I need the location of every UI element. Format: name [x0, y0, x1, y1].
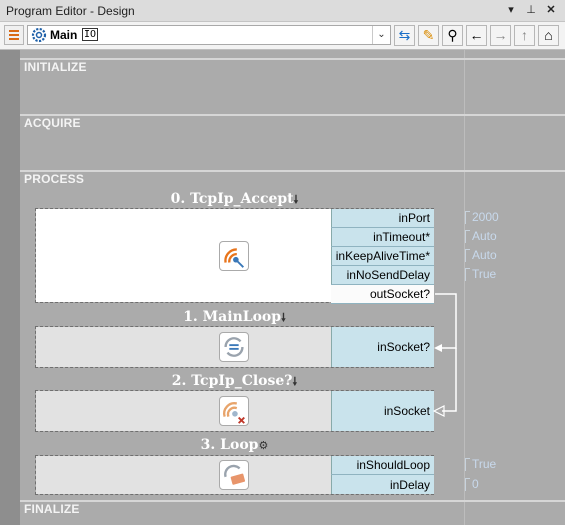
- section-label: ACQUIRE: [24, 116, 81, 130]
- menu-button[interactable]: [4, 25, 24, 45]
- step-marker-icon: 🠗: [293, 193, 299, 206]
- mainloop-icon: [219, 332, 249, 362]
- value-bracket: [465, 478, 470, 491]
- step-body[interactable]: [36, 456, 331, 494]
- input-port[interactable]: inShouldLoop: [331, 456, 434, 475]
- step-block-mainloop[interactable]: inSocket?: [35, 326, 434, 368]
- input-port[interactable]: inPort: [331, 209, 434, 228]
- step-body[interactable]: [36, 327, 331, 367]
- step-marker-icon: 🠗: [292, 375, 298, 388]
- tcpip-accept-icon: [219, 241, 249, 271]
- step-marker-icon: ⚙: [258, 439, 269, 452]
- port-value[interactable]: 0: [472, 477, 479, 491]
- pin-icon[interactable]: ⊥: [524, 3, 538, 16]
- section-label: INITIALIZE: [24, 60, 87, 74]
- input-port[interactable]: inDelay: [331, 476, 434, 495]
- port-label: inSocket?: [377, 340, 430, 354]
- port-label: outSocket?: [369, 287, 430, 301]
- step-title-text: 0. TcpIp_Accept: [170, 191, 294, 207]
- port-column: inShouldLoop inDelay: [331, 456, 434, 494]
- section-label: FINALIZE: [24, 502, 80, 516]
- close-icon[interactable]: ✕: [544, 3, 558, 16]
- forward-arrow-icon: →: [493, 27, 508, 43]
- socket-connector: [432, 293, 457, 417]
- back-arrow-icon: ←: [469, 27, 484, 43]
- port-column: inSocket: [331, 391, 434, 431]
- left-strip: [0, 50, 20, 525]
- io-badge: IO: [82, 28, 99, 41]
- swap-button[interactable]: ⇆: [394, 25, 415, 46]
- port-value[interactable]: Auto: [472, 248, 497, 262]
- back-button[interactable]: ←: [466, 25, 487, 46]
- toolbar: Main IO ⌄ ⇆ ✎ ⚲ ← → ↑ ⌂: [0, 22, 565, 50]
- port-column: inSocket?: [331, 327, 434, 367]
- port-label: inKeepAliveTime*: [335, 249, 430, 263]
- input-port[interactable]: inSocket?: [331, 338, 434, 357]
- input-port[interactable]: inSocket: [331, 402, 434, 421]
- value-bracket: [465, 211, 470, 224]
- edit-button[interactable]: ✎: [418, 25, 439, 46]
- search-button[interactable]: ⚲: [442, 25, 463, 46]
- port-label: inSocket: [383, 404, 430, 418]
- home-button[interactable]: ⌂: [538, 25, 559, 46]
- section-label: PROCESS: [24, 172, 85, 186]
- section-finalize[interactable]: FINALIZE: [20, 500, 565, 517]
- step-title-text: 2. TcpIp_Close?: [171, 373, 293, 389]
- port-value[interactable]: 2000: [472, 210, 499, 224]
- port-value[interactable]: Auto: [472, 229, 497, 243]
- forward-button[interactable]: →: [490, 25, 511, 46]
- search-icon: ⚲: [447, 27, 458, 43]
- value-bracket: [465, 249, 470, 262]
- port-label: inShouldLoop: [356, 458, 430, 472]
- up-arrow-icon: ↑: [521, 27, 528, 43]
- dropdown-icon[interactable]: ▾: [504, 3, 518, 16]
- swap-icon: ⇆: [398, 27, 411, 43]
- port-label: inDelay: [389, 478, 430, 492]
- program-name: Main: [50, 28, 78, 42]
- input-port[interactable]: inNoSendDelay: [331, 266, 434, 285]
- program-select[interactable]: Main IO ⌄: [27, 25, 391, 45]
- port-label: inTimeout*: [373, 230, 430, 244]
- section-process[interactable]: PROCESS: [20, 170, 565, 187]
- up-button[interactable]: ↑: [514, 25, 535, 46]
- step-body[interactable]: [36, 391, 331, 431]
- value-bracket: [465, 458, 470, 471]
- chevron-down-icon[interactable]: ⌄: [372, 26, 390, 44]
- port-value[interactable]: True: [472, 267, 496, 281]
- step-body[interactable]: [36, 209, 331, 302]
- edit-icon: ✎: [422, 27, 435, 43]
- port-column: inPort inTimeout* inKeepAliveTime* inNoS…: [331, 209, 434, 304]
- section-acquire[interactable]: ACQUIRE: [20, 114, 565, 131]
- window-titlebar: Program Editor - Design ▾ ⊥ ✕: [0, 0, 565, 22]
- input-port[interactable]: inTimeout*: [331, 228, 434, 247]
- value-bracket: [465, 268, 470, 281]
- port-value[interactable]: True: [472, 457, 496, 471]
- step-block-loop[interactable]: inShouldLoop inDelay: [35, 455, 434, 495]
- input-port[interactable]: inKeepAliveTime*: [331, 247, 434, 266]
- step-title[interactable]: 3. Loop⚙: [35, 437, 434, 453]
- tcpip-close-icon: [219, 396, 249, 426]
- step-block-tcpip-close[interactable]: inSocket: [35, 390, 434, 432]
- window-title: Program Editor - Design: [6, 4, 135, 18]
- value-bracket: [465, 230, 470, 243]
- step-marker-icon: 🠗: [281, 311, 286, 324]
- step-title-text: 3. Loop: [200, 437, 259, 453]
- home-icon: ⌂: [544, 27, 553, 43]
- step-title-text: 1. MainLoop: [183, 309, 282, 325]
- output-port[interactable]: outSocket?: [331, 285, 434, 304]
- program-gear-icon: [31, 27, 47, 43]
- port-label: inNoSendDelay: [346, 268, 430, 282]
- step-block-tcpip-accept[interactable]: inPort inTimeout* inKeepAliveTime* inNoS…: [35, 208, 434, 304]
- section-initialize[interactable]: INITIALIZE: [20, 58, 565, 75]
- loop-icon: [219, 460, 249, 490]
- port-label: inPort: [398, 211, 430, 225]
